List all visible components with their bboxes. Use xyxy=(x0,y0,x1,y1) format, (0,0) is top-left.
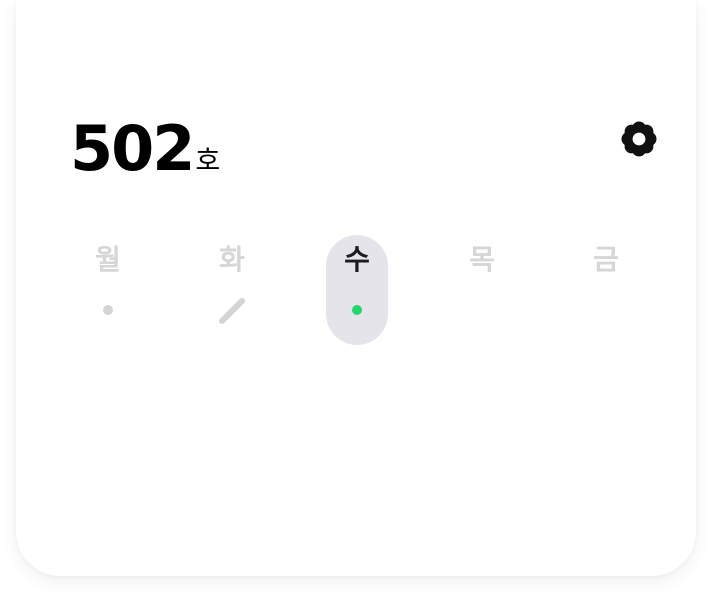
gear-icon xyxy=(621,121,657,157)
room-suffix: 호 xyxy=(195,146,221,177)
day-thu[interactable]: 목 xyxy=(451,235,513,345)
day-label: 화 xyxy=(219,243,245,276)
settings-button[interactable] xyxy=(621,121,657,157)
day-label: 월 xyxy=(95,243,121,276)
room-number: 502 xyxy=(70,112,195,185)
day-label: 금 xyxy=(593,243,619,276)
room-title: 502 호 xyxy=(70,118,220,180)
pencil-icon xyxy=(219,298,245,324)
day-mon[interactable]: 월 xyxy=(77,235,139,345)
day-label: 목 xyxy=(469,243,495,276)
day-label: 수 xyxy=(344,243,370,276)
status-dot xyxy=(103,305,113,315)
day-fri[interactable]: 금 xyxy=(575,235,637,345)
day-wed[interactable]: 수 xyxy=(326,235,388,345)
day-tue[interactable]: 화 xyxy=(201,235,263,345)
status-dot xyxy=(352,305,362,315)
